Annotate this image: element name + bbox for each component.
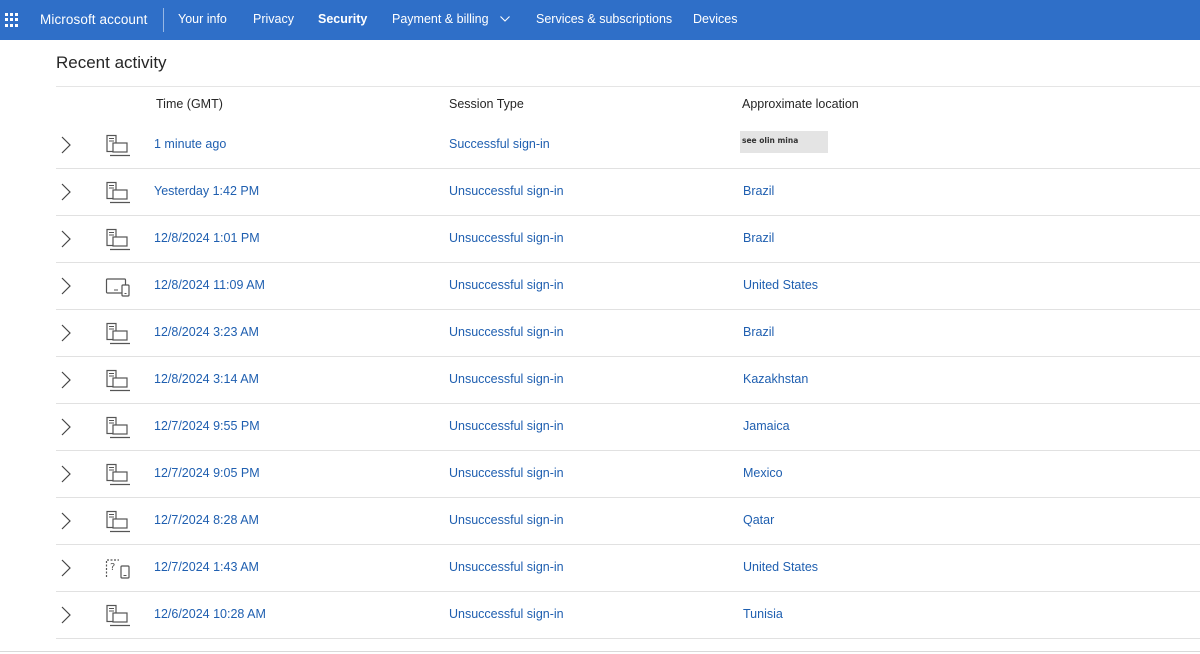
row-time-link[interactable]: Yesterday 1:42 PM bbox=[154, 184, 259, 198]
unknown-device-icon: ? bbox=[105, 557, 131, 581]
page-title: Recent activity bbox=[56, 53, 167, 72]
chevron-right-icon[interactable] bbox=[60, 324, 72, 342]
chevron-right-icon[interactable] bbox=[60, 136, 72, 154]
row-location-link[interactable]: United States bbox=[743, 278, 818, 292]
row-session-type-link[interactable]: Unsuccessful sign-in bbox=[449, 466, 564, 480]
nav-payment-billing[interactable]: Payment & billing bbox=[392, 12, 510, 26]
top-navigation-bar: Microsoft account Your info Privacy Secu… bbox=[0, 0, 1200, 40]
chevron-right-icon[interactable] bbox=[60, 606, 72, 624]
row-session-type-link[interactable]: Successful sign-in bbox=[449, 137, 550, 151]
row-location-link[interactable]: United States bbox=[743, 560, 818, 574]
table-row[interactable]: 12/7/2024 9:55 PM Unsuccessful sign-in Jam… bbox=[56, 404, 1200, 451]
nav-devices[interactable]: Devices bbox=[693, 12, 737, 26]
row-time-link[interactable]: 12/7/2024 8:28 AM bbox=[154, 513, 259, 527]
nav-services-subscriptions[interactable]: Services & subscriptions bbox=[536, 12, 672, 26]
nav-payment-billing-label: Payment & billing bbox=[392, 12, 489, 26]
header-time: Time (GMT) bbox=[156, 97, 223, 111]
row-session-type-link[interactable]: Unsuccessful sign-in bbox=[449, 560, 564, 574]
nav-security[interactable]: Security bbox=[318, 12, 367, 26]
pc-icon bbox=[105, 181, 131, 205]
row-time-link[interactable]: 12/7/2024 9:55 PM bbox=[154, 419, 260, 433]
table-row[interactable]: 12/7/2024 9:05 PM Unsuccessful sign-in Mex… bbox=[56, 451, 1200, 498]
pc-icon bbox=[105, 416, 131, 440]
row-session-type-link[interactable]: Unsuccessful sign-in bbox=[449, 419, 564, 433]
row-location-redacted: see olin mina bbox=[740, 131, 828, 153]
bottom-divider bbox=[0, 651, 1200, 652]
row-session-type-link[interactable]: Unsuccessful sign-in bbox=[449, 231, 564, 245]
app-launcher-icon[interactable] bbox=[5, 13, 19, 27]
table-row[interactable]: 1 minute ago Successful sign-in see olin m… bbox=[56, 122, 1200, 169]
pc-icon bbox=[105, 228, 131, 252]
brand-divider bbox=[163, 8, 164, 32]
row-session-type-link[interactable]: Unsuccessful sign-in bbox=[449, 278, 564, 292]
chevron-right-icon[interactable] bbox=[60, 465, 72, 483]
chevron-right-icon[interactable] bbox=[60, 230, 72, 248]
table-header: Time (GMT) Session Type Approximate loca… bbox=[56, 86, 1200, 122]
table-row[interactable]: 12/8/2024 3:14 AM Unsuccessful sign-in Kaz… bbox=[56, 357, 1200, 404]
chevron-right-icon[interactable] bbox=[60, 559, 72, 577]
row-session-type-link[interactable]: Unsuccessful sign-in bbox=[449, 513, 564, 527]
pc-icon bbox=[105, 604, 131, 628]
pc-icon bbox=[105, 369, 131, 393]
nav-your-info[interactable]: Your info bbox=[178, 12, 227, 26]
pc-icon bbox=[105, 463, 131, 487]
pc-icon bbox=[105, 510, 131, 534]
row-time-link[interactable]: 12/8/2024 3:23 AM bbox=[154, 325, 259, 339]
row-time-link[interactable]: 12/8/2024 3:14 AM bbox=[154, 372, 259, 386]
row-time-link[interactable]: 12/7/2024 1:43 AM bbox=[154, 560, 259, 574]
row-location-link[interactable]: Brazil bbox=[743, 184, 774, 198]
chevron-right-icon[interactable] bbox=[60, 371, 72, 389]
tablet-phone-icon bbox=[105, 275, 131, 299]
row-time-link[interactable]: 12/6/2024 10:28 AM bbox=[154, 607, 266, 621]
row-time-link[interactable]: 1 minute ago bbox=[154, 137, 226, 151]
table-row[interactable]: 12/8/2024 1:01 PM Unsuccessful sign-in Bra… bbox=[56, 216, 1200, 263]
chevron-right-icon[interactable] bbox=[60, 512, 72, 530]
row-session-type-link[interactable]: Unsuccessful sign-in bbox=[449, 184, 564, 198]
header-session-type: Session Type bbox=[449, 97, 524, 111]
row-location-link[interactable]: Brazil bbox=[743, 325, 774, 339]
row-location-link[interactable]: Brazil bbox=[743, 231, 774, 245]
table-row[interactable]: ? 12/7/2024 1:43 AM Unsuccessful sign-in Un… bbox=[56, 545, 1200, 592]
row-time-link[interactable]: 12/8/2024 11:09 AM bbox=[154, 278, 265, 292]
row-location-link[interactable]: Jamaica bbox=[743, 419, 790, 433]
row-session-type-link[interactable]: Unsuccessful sign-in bbox=[449, 607, 564, 621]
chevron-right-icon[interactable] bbox=[60, 277, 72, 295]
chevron-right-icon[interactable] bbox=[60, 418, 72, 436]
header-location: Approximate location bbox=[742, 97, 859, 111]
pc-icon bbox=[105, 134, 131, 158]
row-location-link[interactable]: Tunisia bbox=[743, 607, 783, 621]
row-session-type-link[interactable]: Unsuccessful sign-in bbox=[449, 325, 564, 339]
svg-text:?: ? bbox=[110, 562, 115, 573]
chevron-down-icon bbox=[500, 16, 510, 22]
nav-privacy[interactable]: Privacy bbox=[253, 12, 294, 26]
table-row[interactable]: Yesterday 1:42 PM Unsuccessful sign-in Bra… bbox=[56, 169, 1200, 216]
row-time-link[interactable]: 12/7/2024 9:05 PM bbox=[154, 466, 260, 480]
table-row[interactable]: 12/8/2024 3:23 AM Unsuccessful sign-in Bra… bbox=[56, 310, 1200, 357]
table-row[interactable]: 12/8/2024 11:09 AM Unsuccessful sign-in Un… bbox=[56, 263, 1200, 310]
chevron-right-icon[interactable] bbox=[60, 183, 72, 201]
row-location-link[interactable]: Qatar bbox=[743, 513, 774, 527]
brand-link[interactable]: Microsoft account bbox=[40, 12, 148, 27]
table-row[interactable]: 12/6/2024 10:28 AM Unsuccessful sign-in Tu… bbox=[56, 592, 1200, 639]
row-location-link[interactable]: Kazakhstan bbox=[743, 372, 808, 386]
table-row[interactable]: 12/7/2024 8:28 AM Unsuccessful sign-in Qat… bbox=[56, 498, 1200, 545]
pc-icon bbox=[105, 322, 131, 346]
row-session-type-link[interactable]: Unsuccessful sign-in bbox=[449, 372, 564, 386]
row-location-link[interactable]: Mexico bbox=[743, 466, 783, 480]
row-time-link[interactable]: 12/8/2024 1:01 PM bbox=[154, 231, 260, 245]
